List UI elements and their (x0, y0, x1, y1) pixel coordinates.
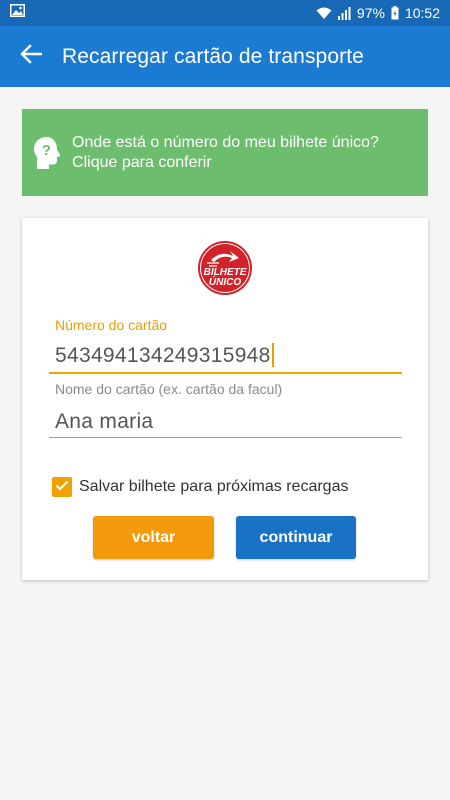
arrow-back-icon (20, 44, 43, 69)
card-name-field[interactable]: Ana maria (55, 410, 153, 434)
app-bar: Recarregar cartão de transporte (0, 26, 450, 87)
back-button[interactable] (0, 26, 62, 87)
save-card-label: Salvar bilhete para próximas recargas (79, 478, 349, 495)
recharge-card: BILHETE ÚNICO Número do cartão 543494134… (22, 218, 428, 580)
clock: 10:52 (404, 5, 440, 21)
card-number-value: 543494134249315948 (55, 344, 271, 367)
image-icon (10, 4, 25, 22)
check-icon (55, 478, 69, 496)
battery-percent: 97% (356, 5, 385, 21)
back-action-button[interactable]: voltar (93, 516, 214, 559)
card-number-field[interactable]: 543494134249315948 (55, 342, 274, 368)
bilhete-unico-logo: BILHETE ÚNICO (197, 240, 253, 296)
text-caret (271, 342, 274, 367)
head-question-icon: ? (22, 136, 72, 170)
save-card-checkbox-row[interactable]: Salvar bilhete para próximas recargas (52, 477, 348, 497)
battery-icon (391, 6, 399, 20)
page-title: Recarregar cartão de transporte (62, 44, 364, 68)
continue-button[interactable]: continuar (236, 516, 356, 559)
card-name-label: Nome do cartão (ex. cartão da facul) (55, 381, 283, 397)
svg-text:?: ? (42, 142, 51, 159)
signal-icon (337, 6, 351, 20)
wifi-icon (316, 7, 332, 20)
logo-line2: ÚNICO (209, 275, 241, 288)
card-number-underline (49, 372, 402, 374)
save-card-checkbox[interactable] (52, 477, 72, 497)
help-banner[interactable]: ? Onde está o número do meu bilhete únic… (22, 109, 428, 196)
status-bar: 97% 10:52 (0, 0, 450, 26)
card-name-underline (49, 437, 402, 438)
card-number-label: Número do cartão (55, 317, 168, 333)
help-banner-text: Onde está o número do meu bilhete único?… (72, 133, 379, 171)
